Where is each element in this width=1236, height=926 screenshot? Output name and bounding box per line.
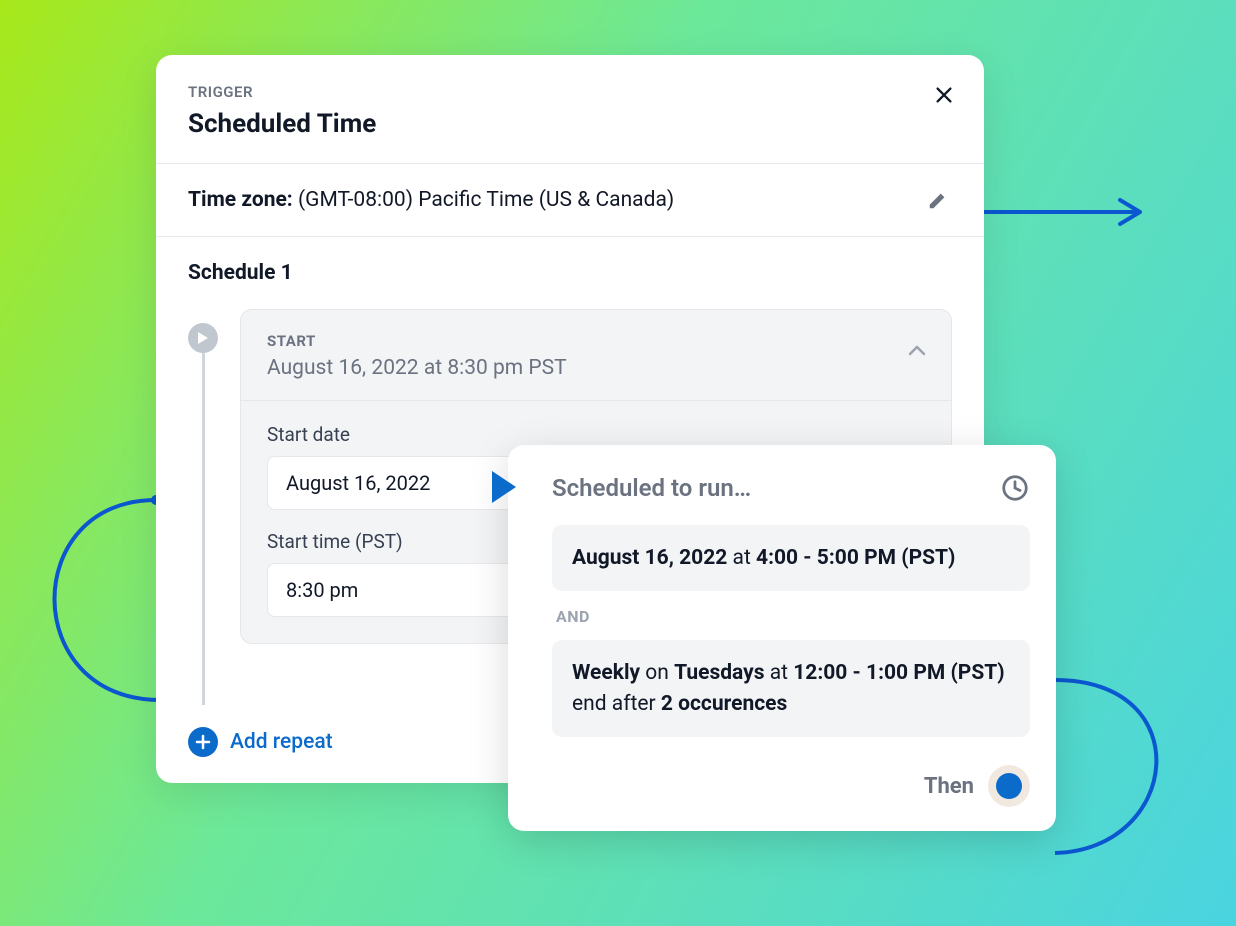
clock-icon [1000,473,1030,503]
start-date-label: Start date [267,423,925,446]
panel-header: TRIGGER Scheduled Time [156,55,984,164]
entry2-time: 12:00 - 1:00 PM (PST) [793,661,1004,685]
start-label: START [267,332,925,350]
close-icon [933,84,955,106]
entry2-count: 2 occurences [661,692,787,716]
start-node [188,323,218,353]
timeline [188,309,218,705]
trigger-title: Scheduled Time [188,109,952,139]
entry2-at: at [765,661,794,685]
add-repeat-label: Add repeat [230,730,333,754]
scheduled-header: Scheduled to run… [552,473,1030,503]
play-icon [197,331,209,345]
scheduled-title: Scheduled to run… [552,474,751,502]
collapse-button[interactable] [903,336,931,364]
entry2-day: Tuesdays [674,661,764,685]
play-arrow-icon [488,469,518,505]
start-datetime: August 16, 2022 at 8:30 pm PST [267,356,925,380]
and-separator: AND [556,607,1030,626]
timezone-label: Time zone: [188,188,293,212]
trigger-eyebrow: TRIGGER [188,83,952,101]
then-node[interactable] [988,765,1030,807]
entry2-end: end after [572,692,661,716]
entry1-date: August 16, 2022 [572,546,727,570]
chevron-up-icon [908,344,926,356]
start-card-header[interactable]: START August 16, 2022 at 8:30 pm PST [241,310,951,400]
plus-icon-wrap [188,727,218,757]
entry1-at: at [727,546,756,570]
timezone-value: (GMT-08:00) Pacific Time (US & Canada) [298,188,674,212]
entry2-freq: Weekly [572,661,640,685]
scheduled-entry-1: August 16, 2022 at 4:00 - 5:00 PM (PST) [552,525,1030,591]
scheduled-card: Scheduled to run… August 16, 2022 at 4:0… [508,445,1056,831]
timezone-text: Time zone: (GMT-08:00) Pacific Time (US … [188,188,674,212]
close-button[interactable] [930,81,958,109]
plus-icon [195,734,211,750]
scheduled-entry-2: Weekly on Tuesdays at 12:00 - 1:00 PM (P… [552,640,1030,737]
entry2-on: on [640,661,674,685]
schedule-heading: Schedule 1 [188,261,952,285]
pencil-icon [927,189,949,211]
then-row: Then [552,765,1030,807]
then-dot-icon [996,773,1022,799]
timezone-row: Time zone: (GMT-08:00) Pacific Time (US … [156,164,984,237]
timeline-line [202,353,205,705]
then-label: Then [924,774,974,799]
edit-timezone-button[interactable] [924,186,952,214]
entry1-time: 4:00 - 5:00 PM (PST) [756,546,955,570]
